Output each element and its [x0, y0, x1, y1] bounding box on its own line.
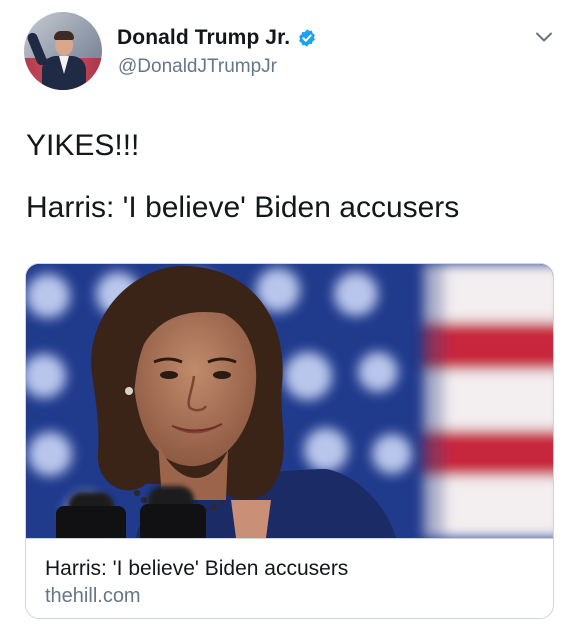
card-title[interactable]: Harris: 'I believe' Biden accusers: [45, 557, 348, 581]
avatar[interactable]: [24, 12, 102, 90]
chevron-down-icon[interactable]: [533, 26, 555, 48]
card-domain: thehill.com: [45, 585, 141, 607]
author-display-name[interactable]: Donald Trump Jr.: [117, 26, 290, 50]
author-handle[interactable]: @DonaldJTrumpJr: [118, 56, 277, 78]
card-image[interactable]: [26, 264, 553, 538]
verified-badge-icon: [297, 28, 317, 48]
tweet-text-line: YIKES!!!: [26, 129, 140, 162]
tweet: Donald Trump Jr. @DonaldJTrumpJr YIKES!!…: [0, 0, 578, 640]
tweet-text-line: Harris: 'I believe' Biden accusers: [26, 191, 460, 224]
tweet-text: YIKES!!! Harris: 'I believe' Biden accus…: [26, 128, 459, 226]
link-preview-card[interactable]: Harris: 'I believe' Biden accusers thehi…: [25, 263, 554, 619]
author-name-row: Donald Trump Jr.: [117, 26, 317, 50]
card-info[interactable]: Harris: 'I believe' Biden accusers thehi…: [26, 538, 553, 618]
